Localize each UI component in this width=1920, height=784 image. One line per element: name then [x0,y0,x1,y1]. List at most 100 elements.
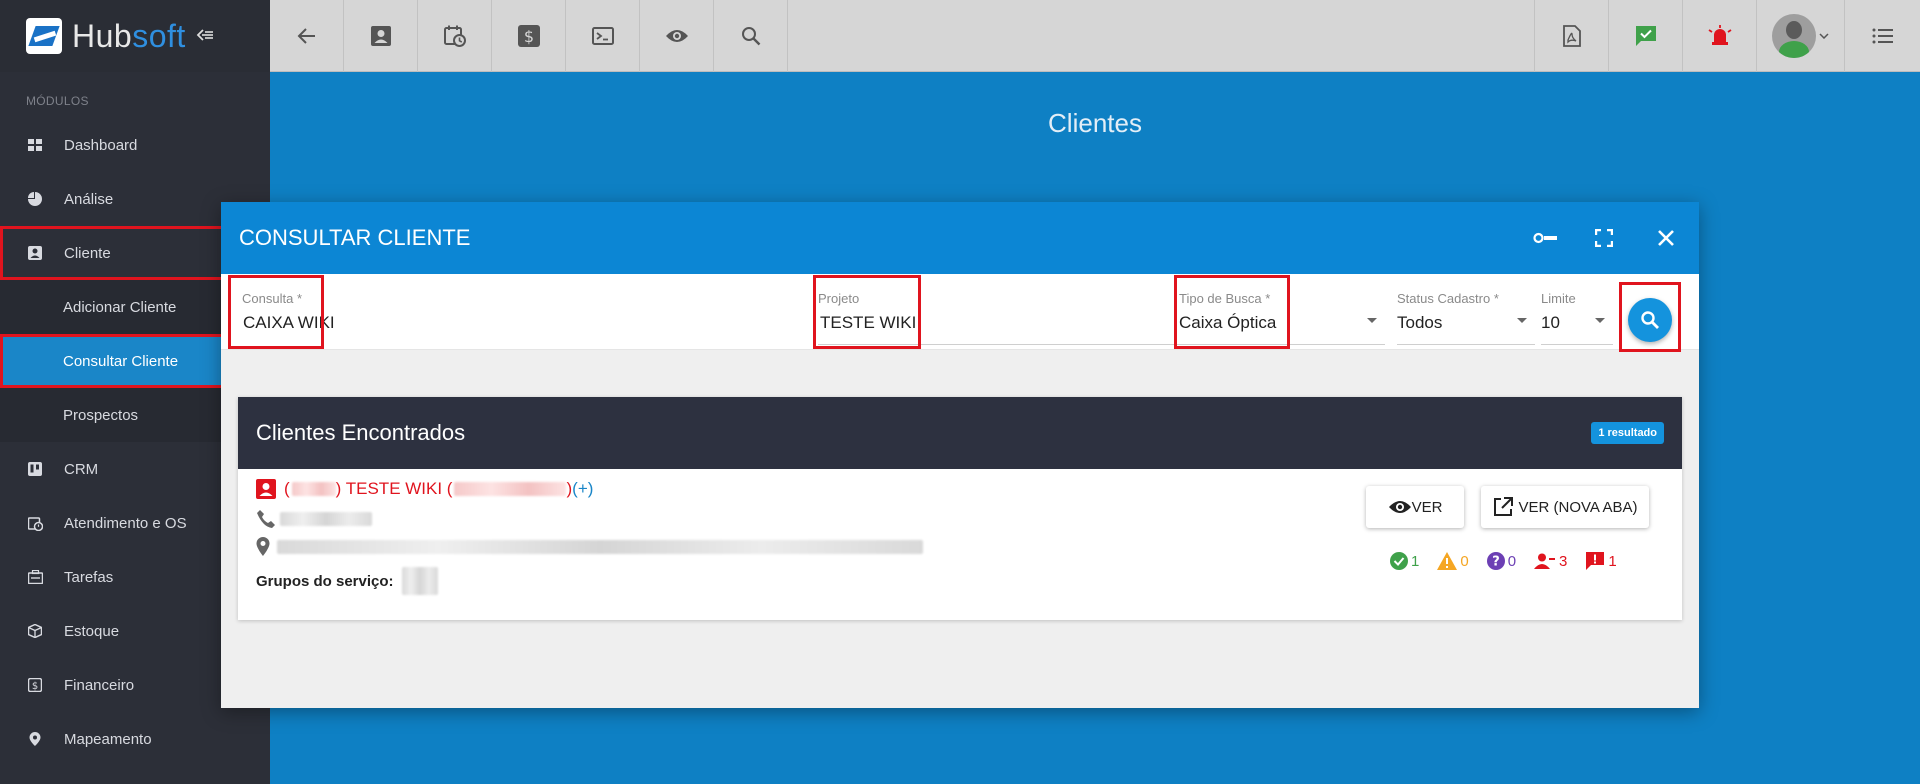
search-icon [741,27,760,46]
key-button[interactable] [1517,202,1575,274]
redacted-address [277,540,923,554]
stat-warning: 0 [1437,551,1469,571]
chevron-down-icon [1517,318,1527,323]
status-cadastro-select[interactable]: Status Cadastro * Todos [1397,274,1535,350]
groups-label: Grupos do serviço: [256,572,394,590]
sidebar-item-mapeamento[interactable]: Mapeamento [0,712,270,766]
modules-section-label: MÓDULOS [26,94,89,108]
client-name: ) TESTE WIKI ( [335,479,453,498]
sidebar-item-label: Análise [64,190,114,208]
status-cadastro-label: Status Cadastro * [1397,291,1499,306]
fullscreen-icon [1595,229,1613,247]
limite-label: Limite [1541,291,1576,306]
limite-select[interactable]: Limite 10 [1541,274,1613,350]
svg-text:?: ? [1492,555,1500,570]
redacted-groups [401,567,438,595]
view-client-button[interactable]: VER [1366,486,1464,528]
open-external-icon [1493,497,1513,516]
page-title: Clientes [1048,108,1142,138]
arrow-left-icon [297,28,315,44]
stat-ok-count: 1 [1411,552,1420,570]
map-pin-icon [256,537,270,556]
tasks-icon [26,568,44,586]
sidebar-item-label: Cliente [64,244,111,262]
pdf-file-icon [1562,25,1581,47]
results-count-badge: 1 resultado [1591,422,1664,444]
fullscreen-button[interactable] [1575,202,1633,274]
logo-soft-text: soft [132,17,186,54]
expand-details-link[interactable]: (+) [572,479,593,499]
stat-ok: 1 [1390,551,1419,571]
view-client-new-tab-label: VER (NOVA ABA) [1518,498,1638,516]
results-panel: Clientes Encontrados 1 resultado ( ) TES… [238,397,1682,620]
finance-button[interactable]: $ [492,0,566,72]
eye-icon [665,30,688,42]
sidebar-item-label: Atendimento e OS [64,514,187,532]
terminal-button[interactable] [566,0,640,72]
results-title: Clientes Encontrados [256,420,466,445]
stat-users-count: 3 [1559,552,1568,570]
client-name-row[interactable]: ( ) TESTE WIKI ( ) (+) [256,479,593,499]
list-menu-button[interactable] [1844,0,1920,72]
kanban-icon [26,460,44,478]
results-header: Clientes Encontrados 1 resultado [238,397,1682,469]
toolbar-right-group [1534,0,1920,72]
warning-icon [1437,552,1458,570]
client-groups-row: Grupos do serviço: [256,567,438,595]
redacted-phone [280,512,372,526]
status-cadastro-label-text: Status Cadastro [1397,291,1491,306]
consultar-cliente-dialog: CONSULTAR CLIENTE Consulta * CAIXA WIKI … [221,202,1699,708]
check-circle-icon [1390,552,1408,570]
stat-question: ? 0 [1486,551,1516,571]
help-circle-icon: ? [1486,552,1505,570]
search-form: Consulta * CAIXA WIKI Projeto TESTE WIKI… [221,274,1699,352]
hubsoft-logo-text: Hubsoft [72,18,186,55]
client-open-paren: ( [284,479,290,498]
status-cadastro-underline [1397,344,1535,345]
client-phone-row [256,509,372,529]
dialog-title: CONSULTAR CLIENTE [239,225,471,250]
schedule-button[interactable] [418,0,492,72]
stat-users: 3 [1534,551,1567,571]
contact-card-icon [370,26,391,46]
approvals-button[interactable] [1608,0,1682,72]
stat-alerts-count: 1 [1608,552,1617,570]
client-stats: 1 0 ? 0 3 1 [1390,551,1617,571]
collapse-menu-icon[interactable] [196,25,214,48]
hubsoft-logo-icon [26,18,62,54]
dashboard-icon [26,136,44,154]
client-result-item: ( ) TESTE WIKI ( ) (+) Grupos do serviço… [238,469,1682,620]
sidebar-item-label: Financeiro [64,676,135,694]
alert-message-icon [1586,552,1605,570]
alarm-bell-icon [1708,25,1731,45]
svg-text:$: $ [32,681,38,692]
back-button[interactable] [270,0,344,72]
highlight-search-button [1619,282,1681,352]
eye-icon [1388,501,1411,513]
stat-warning-count: 0 [1460,552,1469,570]
redacted-client-code [291,482,336,496]
view-client-new-tab-button[interactable]: VER (NOVA ABA) [1481,486,1649,528]
sidebar-item-label: Estoque [64,622,120,640]
highlight-projeto [813,275,921,349]
pdf-button[interactable] [1534,0,1608,72]
search-toolbar-button[interactable] [714,0,788,72]
user-menu-button[interactable] [1756,0,1844,72]
client-address-row [256,537,923,557]
sidebar-item-dashboard[interactable]: Dashboard [0,118,270,172]
chevron-down-icon [1595,318,1605,323]
limite-underline [1541,344,1613,345]
calendar-clock-icon [26,514,44,532]
pie-chart-icon [26,190,44,208]
logo-hub-text: Hub [72,17,133,54]
chevron-down-icon [1819,33,1829,39]
alarms-button[interactable] [1682,0,1756,72]
svg-text:$: $ [523,27,533,46]
close-icon [1658,230,1674,246]
view-button[interactable] [640,0,714,72]
close-dialog-button[interactable] [1633,202,1699,274]
contacts-button[interactable] [344,0,418,72]
phone-icon [257,510,275,528]
consulta-field[interactable]: Consulta * CAIXA WIKI [242,274,804,350]
